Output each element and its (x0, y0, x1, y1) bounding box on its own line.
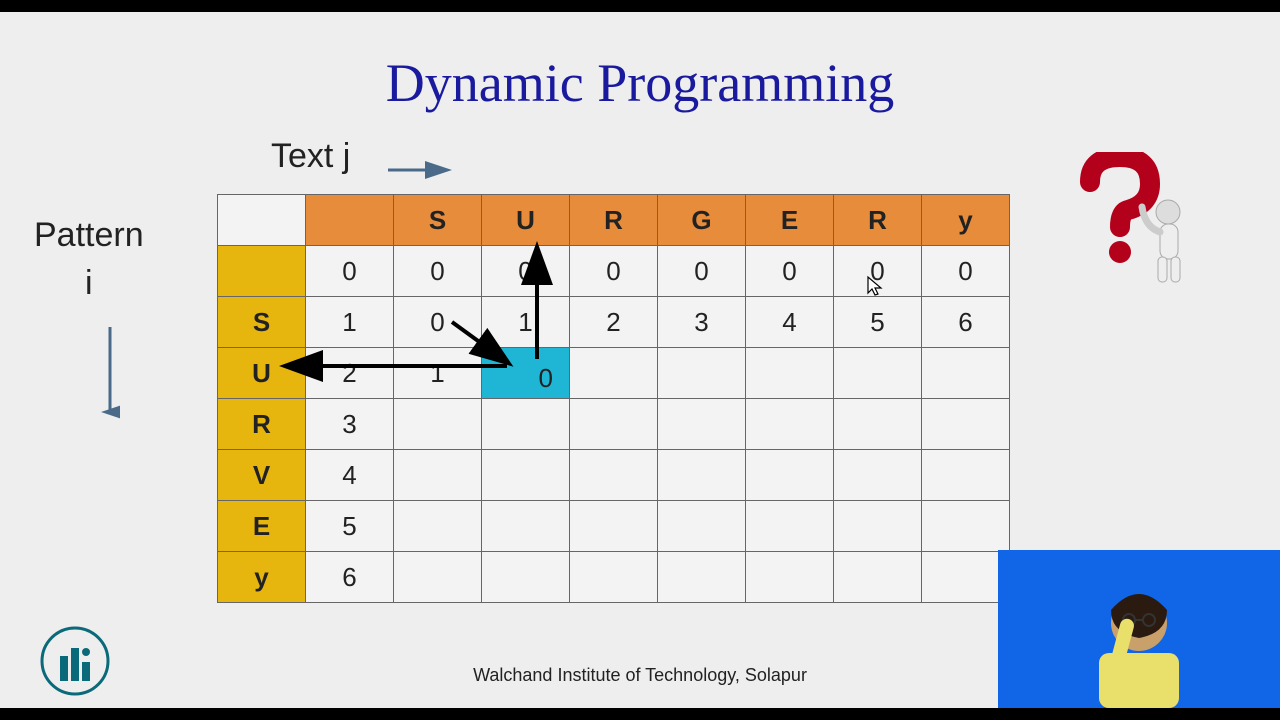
text-header-cell: U (482, 195, 570, 246)
dp-cell (746, 552, 834, 603)
axis-left-label: Pattern i (34, 212, 144, 307)
institute-logo (40, 626, 110, 696)
dp-cell: 2 (570, 297, 658, 348)
pattern-header-cell: U (218, 348, 306, 399)
axis-left-label-line1: Pattern (34, 216, 144, 254)
dp-cell (658, 501, 746, 552)
dp-cell (922, 552, 1010, 603)
slide: Dynamic Programming Text j Pattern i SUR… (0, 12, 1280, 708)
pattern-header-cell: V (218, 450, 306, 501)
axis-top-label: Text j (271, 137, 350, 176)
dp-cell: 2 (306, 348, 394, 399)
dp-cell: 5 (834, 297, 922, 348)
text-header-cell: E (746, 195, 834, 246)
pattern-header-cell (218, 246, 306, 297)
dp-cell (922, 501, 1010, 552)
dp-cell (570, 552, 658, 603)
dp-cell: 4 (306, 450, 394, 501)
dp-cell (658, 450, 746, 501)
dp-cell (658, 552, 746, 603)
dp-cell (834, 399, 922, 450)
dp-cell (746, 501, 834, 552)
dp-cell (834, 552, 922, 603)
dp-cell: 3 (658, 297, 746, 348)
dp-cell (658, 399, 746, 450)
dp-cell (922, 399, 1010, 450)
dp-cell (570, 399, 658, 450)
text-header-cell: R (570, 195, 658, 246)
dp-cell: 6 (306, 552, 394, 603)
dp-cell (746, 450, 834, 501)
dp-cell (658, 348, 746, 399)
text-header-cell: y (922, 195, 1010, 246)
dp-cell: 5 (306, 501, 394, 552)
dp-cell (922, 348, 1010, 399)
dp-cell: 0 (570, 246, 658, 297)
dp-cell: 3 (306, 399, 394, 450)
dp-cell: 0 (394, 297, 482, 348)
dp-cell: 4 (746, 297, 834, 348)
presenter-silhouette (1059, 558, 1219, 708)
dp-cell (570, 501, 658, 552)
dp-cell (394, 552, 482, 603)
dp-table: SURGERy00000000S10123456U210R3V4E5y6 (217, 194, 1010, 603)
pattern-header-cell: y (218, 552, 306, 603)
dp-cell: 0 (746, 246, 834, 297)
text-header-cell: R (834, 195, 922, 246)
dp-cell (482, 399, 570, 450)
dp-cell (394, 399, 482, 450)
dp-cell: 6 (922, 297, 1010, 348)
cursor-icon (866, 275, 884, 302)
dp-cell (834, 501, 922, 552)
pattern-header-cell: S (218, 297, 306, 348)
text-header-cell: G (658, 195, 746, 246)
dp-cell (482, 450, 570, 501)
dp-cell: 0 (658, 246, 746, 297)
dp-cell: 1 (394, 348, 482, 399)
dp-cell: 0 (394, 246, 482, 297)
down-arrow-icon (100, 327, 120, 427)
dp-cell: 1 (482, 297, 570, 348)
dp-cell (746, 348, 834, 399)
dp-cell (482, 552, 570, 603)
dp-cell: 0 (922, 246, 1010, 297)
text-header-cell (306, 195, 394, 246)
question-mark-icon (1050, 152, 1210, 292)
dp-cell (922, 450, 1010, 501)
pattern-header-cell: R (218, 399, 306, 450)
text-header-cell: S (394, 195, 482, 246)
dp-cell (570, 450, 658, 501)
dp-cell (834, 450, 922, 501)
corner-cell (218, 195, 306, 246)
dp-cell (394, 450, 482, 501)
axis-left-label-line2: i (85, 264, 93, 302)
dp-cell (394, 501, 482, 552)
dp-cell (746, 399, 834, 450)
slide-title: Dynamic Programming (0, 52, 1280, 114)
dp-cell: 0 (482, 246, 570, 297)
dp-cell (834, 348, 922, 399)
dp-cell (570, 348, 658, 399)
dp-cell: 0 (482, 348, 570, 399)
pattern-header-cell: E (218, 501, 306, 552)
dp-cell: 1 (306, 297, 394, 348)
dp-cell: 0 (306, 246, 394, 297)
presenter-video (998, 550, 1280, 708)
dp-cell (482, 501, 570, 552)
right-arrow-icon (388, 160, 458, 180)
